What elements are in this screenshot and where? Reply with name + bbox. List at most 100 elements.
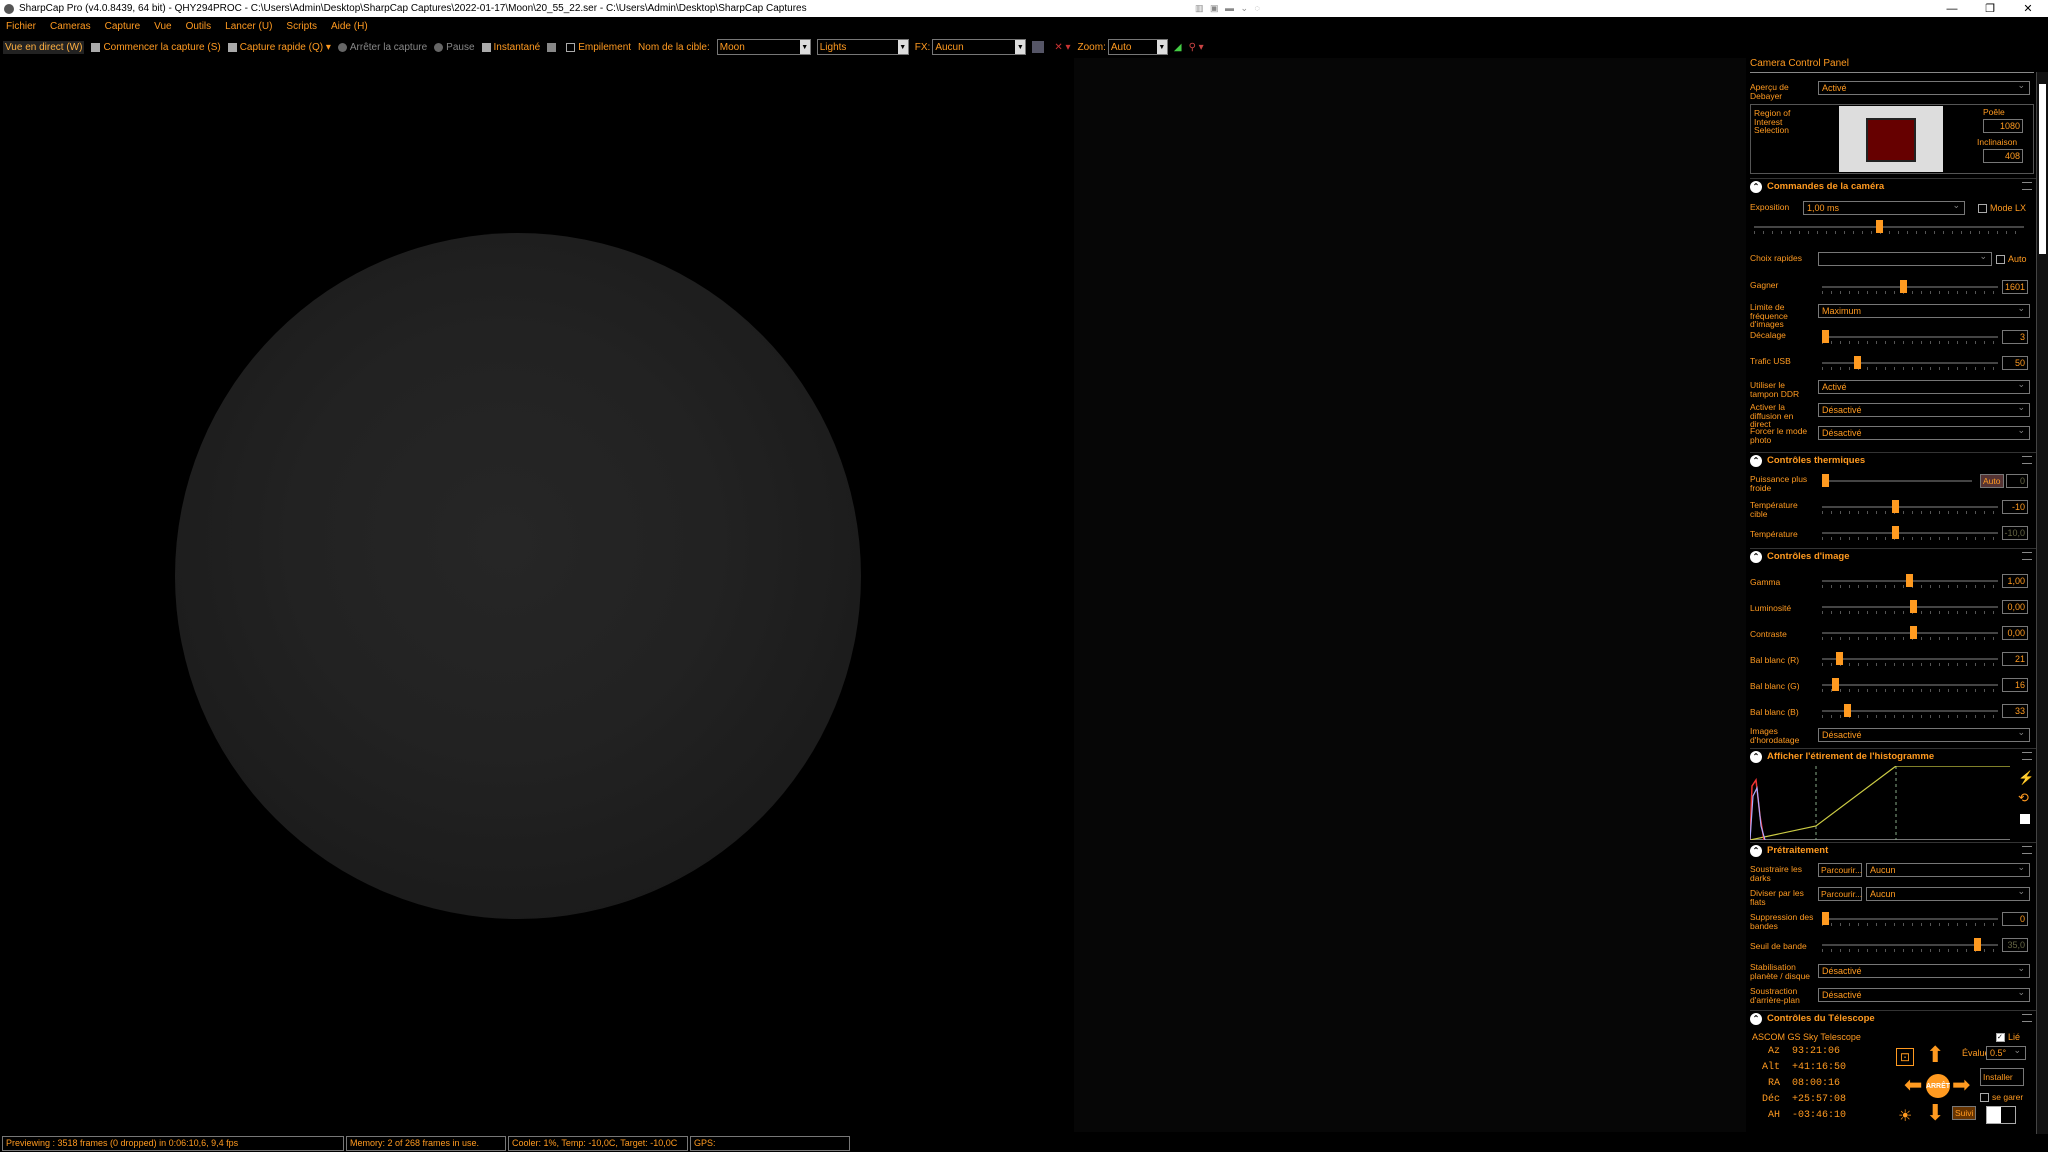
- tilt-value[interactable]: 408: [1983, 149, 2023, 163]
- slider-knob[interactable]: [1910, 626, 1917, 639]
- frame-type-combo[interactable]: Lights ▼: [816, 39, 909, 55]
- contrast-slider[interactable]: [1822, 626, 1998, 640]
- bg-subtraction-select[interactable]: Désactivé: [1818, 987, 2030, 1002]
- menu-fichier[interactable]: Fichier: [6, 21, 36, 32]
- thermal-controls-header[interactable]: ⌃ Contrôles thermiques: [1750, 452, 2036, 468]
- arrow-up-icon[interactable]: ⬆: [1926, 1044, 1944, 1066]
- setup-button[interactable]: Installer: [1980, 1068, 2024, 1086]
- offset-value[interactable]: 3: [2002, 330, 2028, 344]
- slider-knob[interactable]: [1892, 500, 1899, 513]
- close-button[interactable]: ✕: [2008, 0, 2048, 17]
- panel-scrollbar[interactable]: [2036, 72, 2048, 1134]
- gain-slider[interactable]: [1822, 280, 1998, 294]
- contrast-value[interactable]: 0,00: [2002, 626, 2028, 640]
- preprocessing-header[interactable]: ⌃ Prétraitement: [1750, 842, 2036, 858]
- slider-knob[interactable]: [1854, 356, 1861, 369]
- pause-button[interactable]: Pause: [434, 42, 475, 53]
- banding-value[interactable]: 0: [2002, 912, 2028, 926]
- slider-knob[interactable]: [1836, 652, 1843, 665]
- cooler-power-slider[interactable]: [1822, 474, 1972, 487]
- hamburger-icon[interactable]: [2022, 1014, 2032, 1022]
- scrollbar-thumb[interactable]: [2039, 84, 2046, 254]
- wb-red-value[interactable]: 21: [2002, 652, 2028, 666]
- arrow-down-icon[interactable]: ⬇: [1926, 1102, 1944, 1124]
- offset-slider[interactable]: [1822, 330, 1998, 344]
- timestamp-select[interactable]: Désactivé: [1818, 727, 2030, 742]
- sun-icon[interactable]: ☀: [1898, 1106, 1912, 1126]
- band-threshold-value[interactable]: 35,0: [2002, 938, 2028, 952]
- slider-knob[interactable]: [1844, 704, 1851, 717]
- grid-toggle-button[interactable]: [1032, 41, 1047, 53]
- stabilize-select[interactable]: Désactivé: [1818, 963, 2030, 978]
- mode-lx-checkbox[interactable]: Mode LX: [1978, 203, 2026, 214]
- banding-slider[interactable]: [1822, 912, 1998, 926]
- pan-value[interactable]: 1080: [1983, 119, 2023, 133]
- hamburger-icon[interactable]: [2022, 182, 2032, 190]
- gamma-value[interactable]: 1,00: [2002, 574, 2028, 588]
- debayer-select[interactable]: Activé: [1818, 80, 2030, 95]
- quick-capture-button[interactable]: Capture rapide (Q) ▾: [227, 42, 331, 53]
- menu-aide[interactable]: Aide (H): [331, 21, 368, 32]
- wb-blue-value[interactable]: 33: [2002, 704, 2028, 718]
- live-image-viewport[interactable]: [0, 58, 1746, 1132]
- wb-blue-slider[interactable]: [1822, 704, 1998, 718]
- exposure-slider[interactable]: [1754, 220, 2024, 234]
- histogram-header[interactable]: ⌃ Afficher l'étirement de l'histogramme: [1750, 748, 2036, 764]
- quick-choices-select[interactable]: [1818, 251, 1992, 266]
- goto-icon[interactable]: ⊡: [1896, 1048, 1914, 1066]
- camera-controls-header[interactable]: ⌃ Commandes de la caméra: [1750, 178, 2036, 194]
- target-name-combo[interactable]: Moon ▼: [716, 39, 811, 55]
- save-icon[interactable]: [2020, 814, 2030, 824]
- slider-knob[interactable]: [1974, 938, 1981, 951]
- photo-mode-select[interactable]: Désactivé: [1818, 425, 2030, 440]
- park-checkbox[interactable]: se garer: [1980, 1092, 2023, 1103]
- stream-select[interactable]: Désactivé: [1818, 402, 2030, 417]
- darks-browse-button[interactable]: Parcourir...: [1818, 863, 1862, 877]
- auto-stretch-icon[interactable]: ⚡: [2018, 770, 2034, 786]
- brightness-slider[interactable]: [1822, 600, 1998, 614]
- auto-cooler-button[interactable]: Auto: [1980, 474, 2004, 488]
- gain-value[interactable]: 1601: [2002, 280, 2028, 294]
- live-view-button[interactable]: Vue en direct (W): [3, 40, 85, 54]
- menu-capture[interactable]: Capture: [105, 21, 141, 32]
- rate-select[interactable]: 0.5°: [1986, 1045, 2026, 1060]
- slider-knob[interactable]: [1906, 574, 1913, 587]
- brightness-value[interactable]: 0,00: [2002, 600, 2028, 614]
- histogram-button[interactable]: ◢: [1174, 42, 1182, 53]
- auto-exposure-checkbox[interactable]: Auto: [1996, 254, 2027, 265]
- reticle-button[interactable]: ✕ ▾: [1054, 42, 1070, 53]
- telescope-controls-header[interactable]: ⌃ Contrôles du Télescope: [1750, 1010, 2036, 1026]
- zoom-combo[interactable]: Auto ▼: [1107, 39, 1168, 55]
- arrow-right-icon[interactable]: ➡: [1952, 1074, 1970, 1096]
- slider-knob[interactable]: [1822, 474, 1829, 487]
- slider-knob[interactable]: [1900, 280, 1907, 293]
- maximize-button[interactable]: ❐: [1970, 0, 2010, 17]
- slider-knob[interactable]: [1910, 600, 1917, 613]
- hamburger-icon[interactable]: [2022, 752, 2032, 760]
- snapshot-button[interactable]: Instantané: [481, 42, 540, 53]
- target-temp-slider[interactable]: [1822, 500, 1998, 514]
- slider-knob[interactable]: [1822, 330, 1829, 343]
- linked-checkbox[interactable]: ✓ Lié: [1996, 1032, 2020, 1043]
- usb-value[interactable]: 50: [2002, 356, 2028, 370]
- reset-icon[interactable]: ⟲: [2018, 790, 2029, 806]
- flats-select[interactable]: Aucun: [1866, 886, 2030, 901]
- minimize-button[interactable]: —: [1932, 0, 1972, 17]
- stop-capture-button[interactable]: Arrêter la capture: [337, 42, 427, 53]
- hamburger-icon[interactable]: [2022, 846, 2032, 854]
- wb-green-slider[interactable]: [1822, 678, 1998, 692]
- titlebar-toolbar-icons[interactable]: ▥ ▣ ▬ ⌄ ◌: [1195, 3, 1262, 14]
- search-button[interactable]: ⚲ ▾: [1189, 42, 1204, 53]
- flats-browse-button[interactable]: Parcourir...: [1818, 887, 1862, 901]
- menu-vue[interactable]: Vue: [154, 21, 171, 32]
- gamma-slider[interactable]: [1822, 574, 1998, 588]
- image-controls-header[interactable]: ⌃ Contrôles d'image: [1750, 548, 2036, 564]
- darks-select[interactable]: Aucun: [1866, 862, 2030, 877]
- band-threshold-slider[interactable]: [1822, 938, 1998, 952]
- wb-green-value[interactable]: 16: [2002, 678, 2028, 692]
- night-mode-toggle[interactable]: [1986, 1106, 2016, 1124]
- exposure-input[interactable]: 1,00 ms: [1803, 200, 1965, 215]
- cooler-power-value[interactable]: 0: [2006, 474, 2028, 488]
- target-temp-value[interactable]: -10: [2002, 500, 2028, 514]
- slider-knob[interactable]: [1822, 912, 1829, 925]
